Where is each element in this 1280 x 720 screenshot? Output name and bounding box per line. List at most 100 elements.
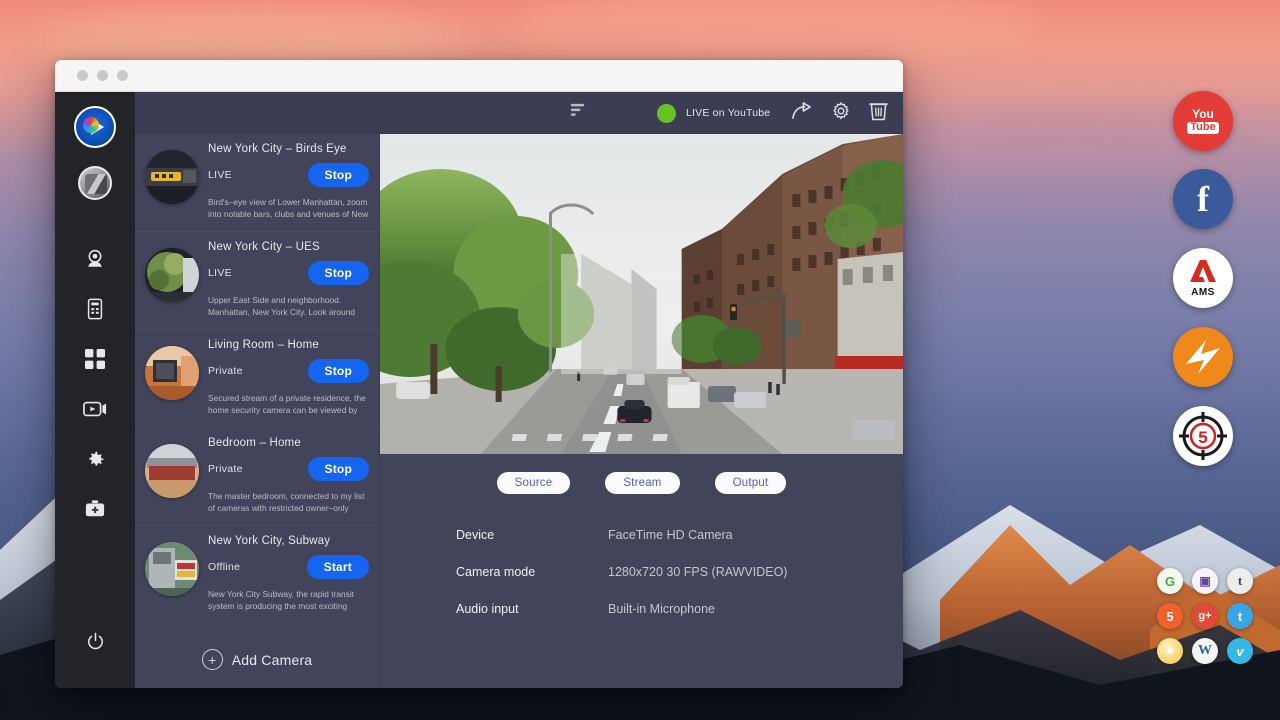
camera-info: New York City – UES LIVE Stop Upper East… [208,241,369,319]
camera-status-row: LIVE Stop [208,163,369,187]
spec-label: Device [456,528,608,542]
spec-label: Audio input [456,602,608,616]
video-frame [380,134,903,454]
toolbox-plus-icon [84,499,106,519]
cloud [520,0,1040,60]
camera-action-button[interactable]: Stop [308,359,369,383]
sidebar-item-logs[interactable] [69,284,121,334]
wowza-bolt-icon [1180,334,1226,380]
spec-value[interactable]: 1280x720 30 FPS (RAWVIDEO) [608,565,787,579]
power-icon [86,632,105,651]
dock-mini-twitch-icon[interactable]: ▣ [1192,568,1218,594]
trash-icon [869,100,888,121]
dock-mini-tumblr-icon[interactable]: t [1227,568,1253,594]
camera-title: Living Room – Home [208,339,369,351]
left-sidebar [55,92,135,688]
camera-list-header [135,92,379,134]
camera-action-button[interactable]: Stop [308,457,369,481]
settings-button[interactable] [831,101,851,126]
camera-action-button[interactable]: Stop [308,163,369,187]
app-window: New York City – Birds Eye LIVE Stop Bird… [55,60,903,688]
dock-mini-twitter-icon[interactable]: t [1227,603,1253,629]
dock-youtube-icon[interactable]: You Tube [1173,91,1233,151]
thumbnail-bedroom [145,444,199,498]
camera-list: New York City – Birds Eye LIVE Stop Bird… [135,134,379,688]
camera-thumbnail [145,248,199,302]
share-button[interactable] [791,102,813,125]
sidebar-item-account[interactable] [78,166,112,200]
tab-source[interactable]: Source [497,472,571,494]
window-titlebar [55,60,903,92]
camera-title: Bedroom – Home [208,437,369,449]
video-preview[interactable] [380,134,903,454]
spec-row: Audio input Built-in Microphone [456,602,903,616]
main-panel: LIVE on YouTube [380,92,903,688]
camera-thumbnail [145,346,199,400]
sort-lines-icon [570,102,587,119]
camera-list-item[interactable]: New York City – Birds Eye LIVE Stop Bird… [135,134,379,232]
webcam-icon [84,248,106,270]
window-body: New York City – Birds Eye LIVE Stop Bird… [55,92,903,688]
camera-list-item[interactable]: Living Room – Home Private Stop Secured … [135,330,379,428]
camera-title: New York City – Birds Eye [208,143,369,155]
camera-status: Offline [208,561,240,573]
camera-description: The master bedroom, connected to my list… [208,490,369,515]
camera-list-panel: New York City – Birds Eye LIVE Stop Bird… [135,92,380,688]
sidebar-item-cameras[interactable] [69,234,121,284]
spec-row: Camera mode 1280x720 30 FPS (RAWVIDEO) [456,565,903,579]
camera-title: New York City – UES [208,241,369,253]
app-logo[interactable] [74,106,116,148]
window-close-button[interactable] [77,70,88,81]
live-label: LIVE on YouTube [686,107,770,119]
dock-facebook-icon[interactable]: f [1173,169,1233,229]
youtube-you: You [1187,108,1218,121]
add-camera-label: Add Camera [232,652,313,668]
sidebar-item-dashboard[interactable] [69,334,121,384]
youtube-logo: You Tube [1187,108,1218,133]
live-status: LIVE on YouTube [657,104,770,123]
thumbnail-living-room [145,346,199,400]
dock-mini-five-icon[interactable]: 5 [1157,603,1183,629]
dock-mini-groovy-icon[interactable]: G [1157,568,1183,594]
camera-info: Bedroom – Home Private Stop The master b… [208,437,369,515]
camera-action-button[interactable]: Stop [308,261,369,285]
camera-status-row: Private Stop [208,457,369,481]
device-specs: Device FaceTime HD Camera Camera mode 12… [456,528,903,639]
main-toolbar: LIVE on YouTube [380,92,903,134]
camera-status: LIVE [208,169,232,181]
camera-action-button[interactable]: Start [307,555,369,579]
spec-value[interactable]: FaceTime HD Camera [608,528,733,542]
spec-value[interactable]: Built-in Microphone [608,602,715,616]
sidebar-item-plugins[interactable] [69,484,121,534]
sort-icon[interactable] [570,102,587,124]
sidebar-item-broadcast[interactable] [69,384,121,434]
camera-list-item[interactable]: New York City, Subway Offline Start New … [135,526,379,623]
camera-description: Secured stream of a private residence, t… [208,392,369,417]
dock-mini-sun-icon[interactable]: ☀ [1157,638,1183,664]
share-arrow-icon [791,102,813,120]
dock-target5-icon[interactable]: 5 [1173,406,1233,466]
sidebar-item-power[interactable] [69,616,121,666]
svg-text:5: 5 [1198,428,1207,447]
dock-mini-vimeo-icon[interactable]: v [1227,638,1253,664]
tab-stream[interactable]: Stream [605,472,679,494]
add-camera-button[interactable]: + Add Camera [135,623,379,670]
sidebar-item-settings[interactable] [69,434,121,484]
spec-row: Device FaceTime HD Camera [456,528,903,542]
camera-title: New York City, Subway [208,535,369,547]
thumbnail-birds-eye [145,150,199,204]
camera-list-item[interactable]: Bedroom – Home Private Stop The master b… [135,428,379,526]
camera-thumbnail [145,150,199,204]
dock-mini-wordpress-icon[interactable]: W [1192,638,1218,664]
camera-list-item[interactable]: New York City – UES LIVE Stop Upper East… [135,232,379,330]
camera-info: New York City, Subway Offline Start New … [208,535,369,613]
window-maximize-button[interactable] [117,70,128,81]
adobe-a-icon [1188,258,1218,284]
dock-mini-googleplus-icon[interactable]: g+ [1192,603,1218,629]
tab-output[interactable]: Output [715,472,787,494]
dock-adobe-ams-icon[interactable]: AMS [1173,248,1233,308]
camera-status-row: LIVE Stop [208,261,369,285]
dock-wowza-icon[interactable] [1173,327,1233,387]
delete-button[interactable] [869,100,888,126]
window-minimize-button[interactable] [97,70,108,81]
